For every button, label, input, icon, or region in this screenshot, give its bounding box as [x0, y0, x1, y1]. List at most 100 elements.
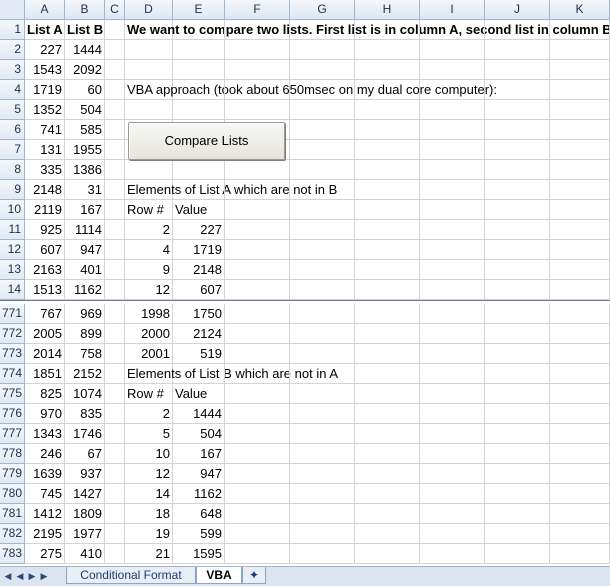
- row-header[interactable]: 783: [0, 544, 25, 564]
- cell-i[interactable]: [420, 344, 485, 364]
- cell-h[interactable]: [355, 80, 420, 100]
- cell-i[interactable]: [420, 180, 485, 200]
- cell-d[interactable]: Row #: [125, 200, 173, 220]
- cell-i[interactable]: [420, 384, 485, 404]
- cell-b[interactable]: 67: [65, 444, 105, 464]
- cell-k[interactable]: [550, 200, 610, 220]
- cell-h[interactable]: [355, 364, 420, 384]
- cell-f[interactable]: [225, 220, 290, 240]
- cell-g[interactable]: [290, 80, 355, 100]
- row-header[interactable]: 6: [0, 120, 25, 140]
- cell-i[interactable]: [420, 220, 485, 240]
- cell-c[interactable]: [105, 200, 125, 220]
- cell-f[interactable]: [225, 180, 290, 200]
- cell-h[interactable]: [355, 444, 420, 464]
- row-header[interactable]: 14: [0, 280, 25, 300]
- cell-j[interactable]: [485, 260, 550, 280]
- cell-f[interactable]: [225, 100, 290, 120]
- cell-h[interactable]: [355, 424, 420, 444]
- cell-c[interactable]: [105, 524, 125, 544]
- cell-k[interactable]: [550, 524, 610, 544]
- cell-c[interactable]: [105, 40, 125, 60]
- cell-j[interactable]: [485, 504, 550, 524]
- cell-j[interactable]: [485, 140, 550, 160]
- cell-i[interactable]: [420, 160, 485, 180]
- row-header[interactable]: 7: [0, 140, 25, 160]
- cell-h[interactable]: [355, 404, 420, 424]
- frozen-pane-split[interactable]: [0, 300, 610, 304]
- cell-c[interactable]: [105, 504, 125, 524]
- cell-c[interactable]: [105, 60, 125, 80]
- cell-j[interactable]: [485, 524, 550, 544]
- cell-b[interactable]: 410: [65, 544, 105, 564]
- cell-e[interactable]: 607: [173, 280, 225, 300]
- cell-a[interactable]: 1639: [25, 464, 65, 484]
- cell-k[interactable]: [550, 304, 610, 324]
- cell-d[interactable]: 18: [125, 504, 173, 524]
- cell-k[interactable]: [550, 324, 610, 344]
- cell-e[interactable]: Value: [173, 200, 225, 220]
- cell-k[interactable]: [550, 160, 610, 180]
- cell-k[interactable]: [550, 60, 610, 80]
- cell-h[interactable]: [355, 180, 420, 200]
- cell-e[interactable]: [173, 180, 225, 200]
- cell-h[interactable]: [355, 524, 420, 544]
- cell-d[interactable]: Row #: [125, 384, 173, 404]
- cell-d[interactable]: We want to compare two lists. First list…: [125, 20, 610, 40]
- cell-i[interactable]: [420, 80, 485, 100]
- row-header[interactable]: 5: [0, 100, 25, 120]
- insert-sheet-icon[interactable]: ✦: [242, 567, 266, 584]
- cell-e[interactable]: Value: [173, 384, 225, 404]
- row-header[interactable]: 10: [0, 200, 25, 220]
- tab-conditional-format[interactable]: Conditional Format: [66, 567, 196, 584]
- row-header[interactable]: 779: [0, 464, 25, 484]
- cell-j[interactable]: [485, 304, 550, 324]
- cell-f[interactable]: [225, 304, 290, 324]
- cell-g[interactable]: [290, 304, 355, 324]
- compare-lists-button[interactable]: Compare Lists: [128, 122, 285, 160]
- cell-d[interactable]: Elements of List B which are not in A: [125, 364, 338, 384]
- row-header[interactable]: 782: [0, 524, 25, 544]
- cell-b[interactable]: 1444: [65, 40, 105, 60]
- row-header[interactable]: 9: [0, 180, 25, 200]
- cell-e[interactable]: 648: [173, 504, 225, 524]
- cell-c[interactable]: [105, 444, 125, 464]
- cell-h[interactable]: [355, 324, 420, 344]
- cell-d[interactable]: [125, 60, 173, 80]
- cell-g[interactable]: [290, 140, 355, 160]
- cell-g[interactable]: [290, 344, 355, 364]
- cell-h[interactable]: [355, 544, 420, 564]
- cell-c[interactable]: [105, 120, 125, 140]
- cell-d[interactable]: 14: [125, 484, 173, 504]
- cell-k[interactable]: [550, 280, 610, 300]
- cell-h[interactable]: [355, 160, 420, 180]
- cell-h[interactable]: [355, 120, 420, 140]
- row-header[interactable]: 771: [0, 304, 25, 324]
- cell-k[interactable]: [550, 544, 610, 564]
- column-header-c[interactable]: C: [105, 0, 125, 20]
- cell-e[interactable]: [173, 60, 225, 80]
- cell-b[interactable]: 1746: [65, 424, 105, 444]
- cell-a[interactable]: 2195: [25, 524, 65, 544]
- cell-e[interactable]: [173, 100, 225, 120]
- cell-j[interactable]: [485, 464, 550, 484]
- cell-b[interactable]: 1162: [65, 280, 105, 300]
- cell-j[interactable]: [485, 100, 550, 120]
- cell-d[interactable]: 12: [125, 464, 173, 484]
- cell-k[interactable]: [550, 140, 610, 160]
- cell-f[interactable]: [225, 240, 290, 260]
- cell-b[interactable]: 585: [65, 120, 105, 140]
- cell-i[interactable]: [420, 240, 485, 260]
- cell-i[interactable]: [420, 20, 485, 40]
- cell-e[interactable]: 2148: [173, 260, 225, 280]
- cell-h[interactable]: [355, 20, 420, 40]
- cell-g[interactable]: [290, 444, 355, 464]
- cell-e[interactable]: [173, 80, 225, 100]
- cell-j[interactable]: [485, 364, 550, 384]
- cell-f[interactable]: [225, 20, 290, 40]
- cell-k[interactable]: [550, 404, 610, 424]
- cell-a[interactable]: 246: [25, 444, 65, 464]
- cell-b[interactable]: 937: [65, 464, 105, 484]
- cell-b[interactable]: 969: [65, 304, 105, 324]
- cell-k[interactable]: [550, 80, 610, 100]
